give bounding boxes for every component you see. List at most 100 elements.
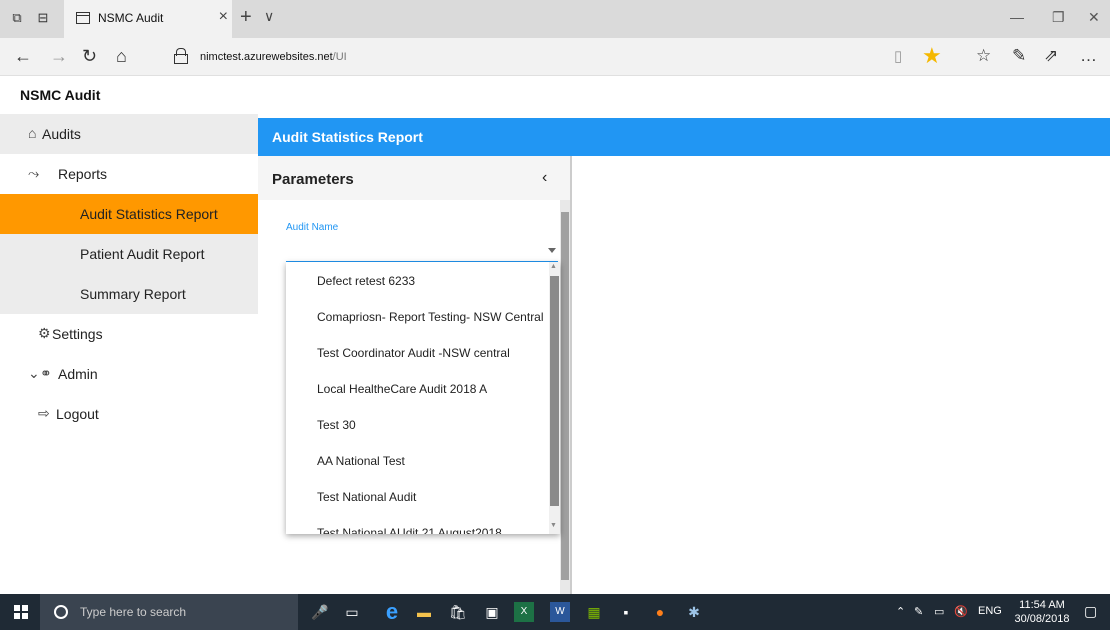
audit-name-label: Audit Name: [286, 222, 339, 233]
scrollbar-thumb[interactable]: [561, 212, 569, 580]
sidebar-item-label: Reports: [58, 166, 108, 182]
microphone-icon[interactable]: 🎤: [310, 602, 330, 622]
option-label: Local HealtheCare Audit 2018 A: [317, 382, 488, 396]
users-icon: ⚭: [40, 365, 52, 381]
share-icon[interactable]: ⇗: [1044, 46, 1058, 66]
option-label: Test 30: [317, 418, 356, 432]
app-icon[interactable]: ▣: [482, 602, 502, 622]
sidebar-item-logout[interactable]: ⇨ Logout: [0, 394, 258, 434]
url-host: nimctest.azurewebsites.net: [200, 51, 333, 63]
close-tab-icon[interactable]: ×: [219, 8, 228, 26]
reading-view-icon[interactable]: ▯: [894, 47, 902, 65]
favorites-list-icon[interactable]: ☆: [976, 46, 991, 66]
sidebar-item-summary-report[interactable]: Summary Report: [0, 274, 258, 314]
sidebar-item-label: Audits: [42, 126, 81, 142]
list-item[interactable]: Defect retest 6233: [286, 262, 548, 298]
list-item[interactable]: Test National AUdit 21 August2018: [286, 514, 548, 534]
task-view-icon[interactable]: ▭: [342, 602, 362, 622]
volume-muted-icon[interactable]: 🔇: [954, 605, 968, 618]
option-label: Comapriosn- Report Testing- NSW Central: [317, 310, 544, 324]
sidebar-item-settings[interactable]: ⚙ Settings: [0, 314, 258, 354]
sidebar-item-label: Admin: [58, 366, 98, 382]
chevron-down-icon[interactable]: ∨: [264, 8, 274, 25]
edge-icon[interactable]: e: [382, 601, 402, 623]
taskbar-search[interactable]: Type here to search: [40, 594, 298, 630]
taskbar: Type here to search 🎤 ▭ e ▬ 🛍 ▣ X W ▦ ▪ …: [0, 594, 1110, 630]
sidebar-item-label: Summary Report: [80, 286, 186, 302]
option-label: Test National AUdit 21 August2018: [317, 526, 502, 534]
list-item[interactable]: AA National Test: [286, 442, 548, 478]
forward-icon[interactable]: →: [50, 46, 68, 67]
url-path: /UI: [332, 51, 347, 63]
list-item[interactable]: Test National Audit: [286, 478, 548, 514]
parameters-scrollbar[interactable]: [560, 200, 570, 594]
excel-icon[interactable]: X: [514, 602, 534, 622]
word-icon[interactable]: W: [550, 602, 570, 622]
page-icon: [76, 12, 90, 24]
address-bar: ← → ↻ ⌂ nimctest.azurewebsites.net/UI ▯ …: [0, 38, 1110, 76]
search-placeholder: Type here to search: [80, 605, 187, 619]
clock-time: 11:54 AM: [1019, 599, 1065, 611]
battery-icon[interactable]: ▭: [934, 605, 944, 618]
sidebar-item-audit-statistics-report[interactable]: Audit Statistics Report: [0, 194, 258, 234]
scroll-up-icon[interactable]: ▲: [550, 263, 557, 270]
chevron-down-icon: ⌄: [28, 365, 40, 381]
sidebar: ⌂ Audits ⤳ Reports Audit Statistics Repo…: [0, 114, 258, 594]
home-icon[interactable]: ⌂: [116, 46, 127, 67]
sticky-notes-icon[interactable]: ▪: [616, 602, 636, 622]
tab-preview-icon[interactable]: ⊟: [36, 11, 50, 25]
url-field[interactable]: nimctest.azurewebsites.net/UI ▯ ★: [168, 43, 948, 71]
scrollbar-thumb[interactable]: [550, 276, 559, 506]
firefox-icon[interactable]: ●: [650, 602, 670, 622]
pen-icon[interactable]: ✎: [1012, 46, 1026, 66]
home-icon: ⌂: [28, 125, 37, 141]
gears-icon: ⚙: [38, 325, 51, 341]
sidebar-item-audits[interactable]: ⌂ Audits: [0, 114, 258, 154]
browser-tab-bar: ⧉ ⊟ NSMC Audit × + ∨ — ❐ ✕: [0, 0, 1110, 38]
list-item[interactable]: Test Coordinator Audit -NSW central: [286, 334, 548, 370]
store-icon[interactable]: 🛍: [448, 602, 468, 622]
new-tab-icon[interactable]: +: [240, 6, 252, 29]
audit-name-select[interactable]: [286, 244, 558, 262]
close-window-icon[interactable]: ✕: [1088, 9, 1100, 26]
list-item[interactable]: Test 30: [286, 406, 548, 442]
tab-set-aside-icon[interactable]: ⧉: [10, 11, 24, 25]
dropdown-arrow-icon[interactable]: [548, 248, 556, 253]
windows-start-icon[interactable]: [14, 605, 28, 619]
file-explorer-icon[interactable]: ▬: [414, 602, 434, 622]
back-icon[interactable]: ←: [14, 46, 32, 67]
minimize-icon[interactable]: —: [1010, 9, 1024, 25]
sidebar-item-reports[interactable]: ⤳ Reports: [0, 154, 258, 194]
audit-name-dropdown: Defect retest 6233 Comapriosn- Report Te…: [286, 262, 560, 534]
app-title: NSMC Audit: [20, 87, 101, 103]
sidebar-item-label: Audit Statistics Report: [80, 206, 218, 222]
cortana-icon: [54, 605, 68, 619]
sign-out-icon: ⇨: [38, 405, 50, 421]
chevron-up-icon[interactable]: ⌃: [896, 605, 905, 618]
list-item[interactable]: Comapriosn- Report Testing- NSW Central: [286, 298, 548, 334]
photos-icon[interactable]: ▦: [584, 602, 604, 622]
more-icon[interactable]: …: [1080, 46, 1097, 66]
pen-workspace-icon[interactable]: ✎: [914, 605, 923, 618]
browser-tab[interactable]: NSMC Audit ×: [64, 0, 232, 38]
option-label: Test Coordinator Audit -NSW central: [317, 346, 510, 360]
clock-date: 30/08/2018: [1014, 613, 1070, 625]
favorite-star-icon[interactable]: ★: [922, 43, 942, 69]
sidebar-item-admin[interactable]: ⌄ ⚭ Admin: [0, 354, 258, 394]
clock[interactable]: 11:54 AM 30/08/2018: [1012, 598, 1072, 626]
option-label: Test National Audit: [317, 490, 417, 504]
restore-icon[interactable]: ❐: [1052, 9, 1065, 26]
notifications-icon[interactable]: ▢: [1084, 603, 1097, 620]
app-header: NSMC Audit: [0, 76, 1110, 114]
chevron-left-icon[interactable]: ‹: [542, 169, 547, 187]
sidebar-item-patient-audit-report[interactable]: Patient Audit Report: [0, 234, 258, 274]
option-label: Defect retest 6233: [317, 274, 416, 288]
parameters-title: Parameters: [272, 171, 354, 188]
refresh-icon[interactable]: ↻: [82, 46, 97, 67]
language-indicator[interactable]: ENG: [978, 605, 1002, 617]
dropdown-scrollbar[interactable]: ▲ ▼: [549, 262, 560, 534]
app-icon[interactable]: ✱: [684, 602, 704, 622]
page-title: Audit Statistics Report: [272, 129, 423, 145]
list-item[interactable]: Local HealtheCare Audit 2018 A: [286, 370, 548, 406]
scroll-down-icon[interactable]: ▼: [550, 522, 557, 529]
